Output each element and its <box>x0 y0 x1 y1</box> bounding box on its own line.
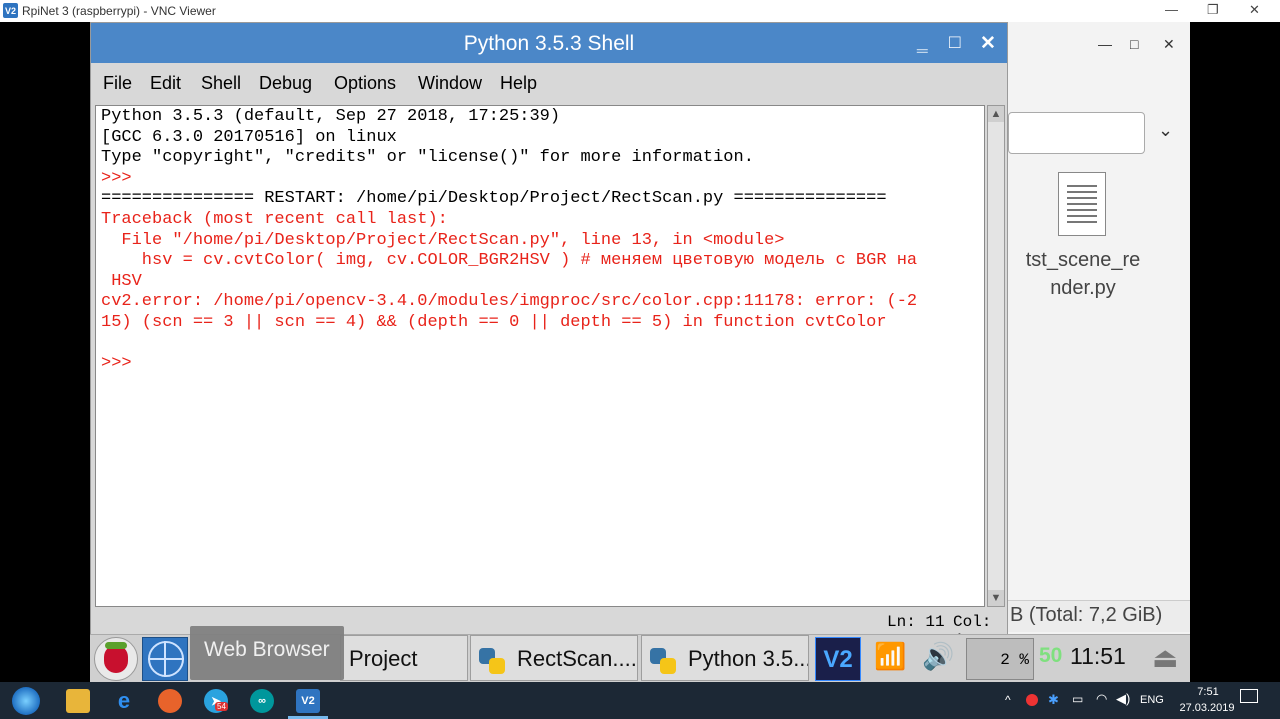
shell-output-line: File "/home/pi/Desktop/Project/RectScan.… <box>101 230 785 250</box>
menu-edit[interactable]: Edit <box>150 73 181 94</box>
shell-output-line <box>101 334 984 355</box>
shell-output-line: Traceback (most recent call last): <box>101 209 448 229</box>
menu-shell[interactable]: Shell <box>201 73 241 94</box>
shell-close-button[interactable]: ✕ <box>980 32 996 55</box>
shell-output-line: >>> <box>101 168 142 188</box>
scroll-up-arrow-icon[interactable]: ▲ <box>988 106 1004 122</box>
bluetooth-icon[interactable]: ✱ <box>1048 692 1059 708</box>
system-time[interactable]: 7:51 <box>1188 686 1228 698</box>
shell-output-line: Type "copyright", "credits" or "license(… <box>101 148 754 168</box>
fm-status-bar: B (Total: 7,2 GiB) <box>1008 600 1190 632</box>
fm-path-field[interactable] <box>1008 112 1145 154</box>
battery-icon[interactable]: ▭ <box>1072 692 1083 706</box>
vnc-viewer-taskbar-icon[interactable]: V2 <box>296 689 320 713</box>
fm-close-button[interactable]: ✕ <box>1163 36 1175 53</box>
python-file-icon[interactable] <box>1058 172 1106 236</box>
shell-titlebar: Python 3.5.3 Shell ‗ □ ✕ <box>91 23 1007 63</box>
web-browser-icon[interactable] <box>142 637 188 681</box>
vnc-restore-button[interactable]: ❐ <box>1207 2 1219 18</box>
arduino-icon[interactable]: ∞ <box>250 689 274 713</box>
vnc-titlebar: V2 RpiNet 3 (raspberrypi) - VNC Viewer —… <box>0 0 1280 22</box>
vnc-server-icon[interactable]: V2 <box>815 637 861 681</box>
python-icon <box>648 646 678 676</box>
shell-output-line: [GCC 6.3.0 20170516] on linux <box>101 127 397 147</box>
shell-output-line: >>> <box>101 354 142 374</box>
shell-output-line: 15) (scn == 3 || scn == 4) && (depth == … <box>101 312 887 332</box>
shell-output-line: Python 3.5.3 (default, Sep 27 2018, 17:2… <box>101 107 561 126</box>
shell-maximize-button[interactable]: □ <box>949 32 960 54</box>
temperature-reading: 50 <box>1039 644 1063 667</box>
wifi-icon[interactable]: 📶 <box>874 641 906 672</box>
fm-maximize-button[interactable]: □ <box>1130 36 1138 52</box>
windows-taskbar: e ➤ 54 ∞ V2 ^ ✱ ▭ ◠ ◀) ENG 7:51 27.03.20… <box>0 682 1280 719</box>
menu-help[interactable]: Help <box>500 73 537 94</box>
menu-file[interactable]: File <box>103 73 132 94</box>
task-label: RectScan.... <box>517 646 637 671</box>
scroll-down-arrow-icon[interactable]: ▼ <box>988 590 1004 606</box>
firefox-icon[interactable] <box>158 689 182 713</box>
python-shell-window: Python 3.5.3 Shell ‗ □ ✕ File Edit Shell… <box>90 22 1008 649</box>
tray-app-icon[interactable] <box>1026 694 1038 706</box>
remote-desktop: — □ ✕ ⌄ tst_scene_re nder.py B (Total: 7,… <box>90 22 1190 682</box>
vertical-scrollbar[interactable]: ▲ ▼ <box>987 105 1005 607</box>
clock: 11:51 <box>1070 643 1126 669</box>
network-icon[interactable]: ◠ <box>1096 691 1107 707</box>
shell-minimize-button[interactable]: ‗ <box>917 32 928 54</box>
shell-output-line: HSV <box>101 271 142 291</box>
shell-title: Python 3.5.3 Shell <box>463 32 635 55</box>
menu-window[interactable]: Window <box>418 73 482 94</box>
eject-icon[interactable]: ⏏ <box>1152 641 1178 674</box>
task-label: Project <box>349 646 418 671</box>
menu-debug[interactable]: Debug <box>259 73 312 94</box>
raspberry-menu-icon[interactable] <box>94 637 138 681</box>
chevron-up-icon[interactable]: ^ <box>1005 693 1011 707</box>
shell-output-line: cv2.error: /home/pi/opencv-3.4.0/modules… <box>101 292 918 312</box>
menu-bar: File Edit Shell Debug Options Window Hel… <box>91 63 1007 101</box>
fm-file-label[interactable]: tst_scene_re nder.py <box>1018 246 1148 302</box>
cpu-usage-monitor: 2 % <box>966 638 1034 680</box>
vnc-window-title: RpiNet 3 (raspberrypi) - VNC Viewer <box>22 4 216 18</box>
web-browser-tooltip: Web Browser <box>190 626 344 680</box>
python-icon <box>477 646 507 676</box>
file-explorer-icon[interactable] <box>66 689 90 713</box>
notifications-icon[interactable] <box>1240 689 1258 703</box>
chevron-down-icon[interactable]: ⌄ <box>1158 120 1173 141</box>
telegram-badge: 54 <box>215 702 228 711</box>
task-button-project[interactable]: Project <box>340 635 468 681</box>
edge-browser-icon[interactable]: e <box>112 688 136 713</box>
fm-minimize-button[interactable]: — <box>1098 36 1112 52</box>
task-button-rectscan[interactable]: RectScan.... <box>470 635 638 681</box>
line-number: Ln: 11 <box>887 613 945 631</box>
shell-output-line: =============== RESTART: /home/pi/Deskto… <box>101 189 887 209</box>
system-tray: ^ ✱ ▭ ◠ ◀) ENG 7:51 27.03.2019 <box>1000 682 1280 719</box>
task-label: Python 3.5... <box>688 646 809 671</box>
vnc-minimize-button[interactable]: — <box>1165 2 1178 17</box>
shell-output-line: hsv = cv.cvtColor( img, cv.COLOR_BGR2HSV… <box>101 251 918 271</box>
system-date[interactable]: 27.03.2019 <box>1172 702 1242 714</box>
menu-options[interactable]: Options <box>334 73 396 94</box>
volume-icon[interactable]: 🔊 <box>922 641 954 672</box>
task-button-python-shell[interactable]: Python 3.5... <box>641 635 809 681</box>
language-indicator[interactable]: ENG <box>1140 694 1164 706</box>
vnc-logo-icon: V2 <box>3 3 18 18</box>
shell-text-area[interactable]: Python 3.5.3 (default, Sep 27 2018, 17:2… <box>95 105 985 607</box>
vnc-close-button[interactable]: ✕ <box>1249 2 1260 18</box>
speaker-icon[interactable]: ◀) <box>1116 691 1130 707</box>
windows-start-icon[interactable] <box>12 687 40 715</box>
